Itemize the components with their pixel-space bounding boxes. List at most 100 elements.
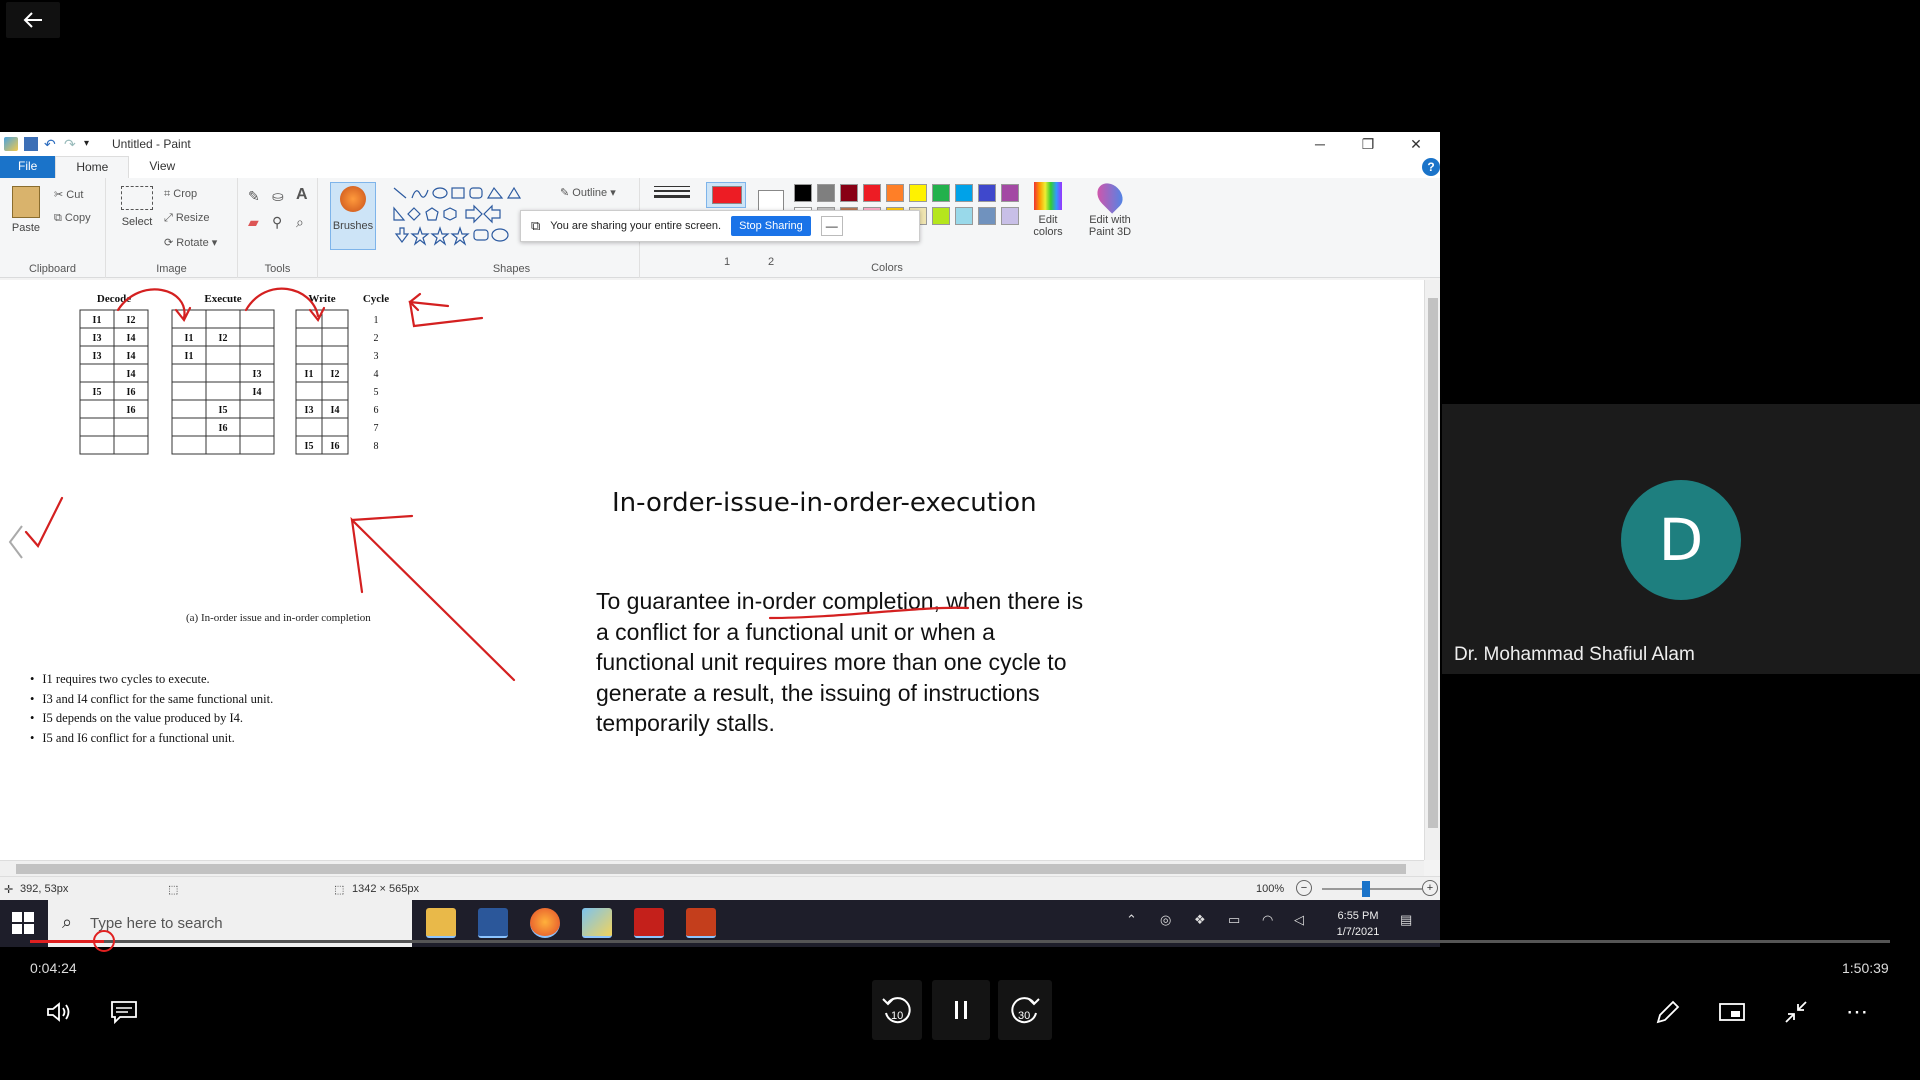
color-picker-icon[interactable]: ⚲ (272, 214, 282, 231)
brushes-button[interactable]: Brushes (318, 178, 384, 278)
palette-swatch[interactable] (794, 184, 812, 202)
volume-button[interactable] (40, 992, 80, 1032)
bullet-item: I3 and I4 conflict for the same function… (30, 690, 273, 710)
redo-icon[interactable]: ↷ (64, 137, 78, 151)
tools-group: ✎ ⛀ A ▰ ⚲ ⌕ Tools (238, 178, 318, 278)
annotate-button[interactable] (1650, 994, 1686, 1030)
minimize-button[interactable]: ─ (1296, 132, 1344, 156)
dropbox-icon[interactable]: ❖ (1194, 912, 1206, 928)
palette-swatch[interactable] (840, 184, 858, 202)
zoom-slider[interactable] (1322, 888, 1422, 890)
captions-button[interactable] (104, 992, 144, 1032)
close-button[interactable]: ✕ (1392, 132, 1440, 156)
rewind-10-button[interactable]: 10 (872, 980, 922, 1040)
edit-colors-button[interactable]: Edit colors (1030, 182, 1066, 238)
cut-button[interactable]: ✂ Cut (54, 188, 83, 201)
word-icon[interactable] (478, 908, 508, 938)
zoom-in-button[interactable]: + (1422, 880, 1438, 896)
save-icon[interactable] (24, 137, 38, 151)
color2-button[interactable] (758, 190, 784, 212)
palette-swatch[interactable] (955, 184, 973, 202)
paste-label: Paste (11, 222, 41, 234)
progress-bar[interactable] (30, 930, 1890, 952)
svg-text:30: 30 (1018, 1010, 1030, 1022)
palette-swatch[interactable] (978, 207, 996, 225)
back-button[interactable] (6, 2, 60, 38)
vertical-scrollbar[interactable] (1424, 280, 1440, 860)
pencil-icon[interactable]: ✎ (248, 188, 260, 205)
miniplayer-button[interactable] (1714, 994, 1750, 1030)
exit-fullscreen-button[interactable] (1778, 994, 1814, 1030)
pen-icon (1656, 1000, 1680, 1024)
image-size-icon: ⬚ (334, 884, 345, 896)
paint-canvas[interactable]: Decode I1 I2 I3 I4 I3 I4 I4 I5 I6 I6 Execute I1 I2 I1 I… (0, 280, 1424, 860)
palette-swatch[interactable] (886, 184, 904, 202)
more-options-button[interactable]: ⋯ (1840, 994, 1876, 1030)
help-icon[interactable]: ? (1422, 158, 1440, 176)
notifications-icon[interactable]: ▤ (1400, 912, 1412, 928)
zoom-out-button[interactable]: − (1296, 880, 1312, 896)
share-screen-icon: ⧉ (531, 218, 541, 233)
palette-swatch[interactable] (932, 207, 950, 225)
palette-swatch[interactable] (978, 184, 996, 202)
palette-swatch[interactable] (1001, 207, 1019, 225)
file-explorer-icon[interactable] (426, 908, 456, 938)
restore-button[interactable]: ❐ (1344, 132, 1392, 156)
color1-button[interactable] (706, 182, 746, 208)
palette-swatch[interactable] (817, 184, 835, 202)
firefox-icon[interactable] (530, 908, 560, 938)
participant-tile[interactable]: D Dr. Mohammad Shafiul Alam (1442, 404, 1920, 674)
paste-button[interactable]: Paste (8, 186, 44, 234)
fill-icon[interactable]: ⛀ (272, 188, 284, 205)
palette-swatch[interactable] (955, 207, 973, 225)
customize-qa-icon[interactable]: ▾ (84, 137, 98, 151)
paint-taskbar-icon[interactable] (582, 908, 612, 938)
powerpoint-icon[interactable] (686, 908, 716, 938)
volume-icon[interactable]: ◁ (1294, 912, 1304, 928)
resize-button[interactable]: ⤢ Resize (164, 212, 209, 225)
share-minimize-button[interactable]: — (820, 216, 843, 236)
forward-30-button[interactable]: 30 (998, 980, 1052, 1040)
taskbar-clock[interactable]: 6:55 PM 1/7/2021 (1330, 908, 1386, 940)
participant-name: Dr. Mohammad Shafiul Alam (1454, 644, 1695, 665)
tab-file[interactable]: File (0, 156, 56, 178)
tab-view[interactable]: View (129, 156, 195, 178)
tab-home[interactable]: Home (55, 156, 130, 178)
rotate-button[interactable]: ⟳ Rotate ▾ (164, 236, 217, 249)
decode-cell-text: I6 (127, 387, 136, 398)
select-button[interactable]: Select (118, 186, 156, 228)
wifi-icon[interactable]: ◠ (1262, 912, 1273, 928)
text-tool-icon[interactable]: A (296, 186, 308, 204)
tray-chevron-icon[interactable]: ⌃ (1126, 912, 1137, 928)
magnifier-icon[interactable]: ⌕ (296, 214, 304, 231)
palette-swatch[interactable] (863, 184, 881, 202)
slide-title: In-order-issue-in-order-execution (612, 488, 1037, 518)
copy-button[interactable]: ⧉ Copy (54, 212, 91, 225)
pause-button[interactable] (932, 980, 990, 1040)
acrobat-icon[interactable] (634, 908, 664, 938)
size-button[interactable] (654, 184, 690, 204)
crop-button[interactable]: ⌗ Crop (164, 188, 197, 201)
palette-swatch[interactable] (1001, 184, 1019, 202)
horizontal-scrollbar[interactable] (0, 860, 1424, 876)
undo-icon[interactable]: ↶ (44, 137, 58, 151)
palette-swatch[interactable] (909, 184, 927, 202)
eraser-icon[interactable]: ▰ (248, 214, 259, 231)
horizontal-scroll-thumb[interactable] (16, 864, 1406, 874)
tray-meet-icon[interactable]: ◎ (1160, 912, 1171, 928)
progress-knob[interactable] (93, 930, 116, 952)
zoom-slider-thumb[interactable] (1362, 881, 1370, 897)
battery-icon[interactable]: ▭ (1228, 912, 1240, 928)
start-button[interactable] (12, 912, 34, 934)
vertical-scroll-thumb[interactable] (1428, 298, 1438, 828)
previous-arrow-icon[interactable] (6, 524, 26, 560)
edit-paint3d-button[interactable]: Edit with Paint 3D (1080, 178, 1140, 238)
decode-cell-text: I4 (127, 333, 136, 344)
total-time: 1:50:39 (1842, 960, 1889, 976)
execute-cell-text: I1 (185, 333, 194, 344)
stop-sharing-button[interactable]: Stop Sharing (731, 216, 811, 236)
palette-swatch[interactable] (932, 184, 950, 202)
outline-button[interactable]: ✎ Outline ▾ (560, 186, 616, 199)
cycle-number: 3 (374, 351, 379, 362)
clock-time: 6:55 PM (1337, 910, 1379, 922)
